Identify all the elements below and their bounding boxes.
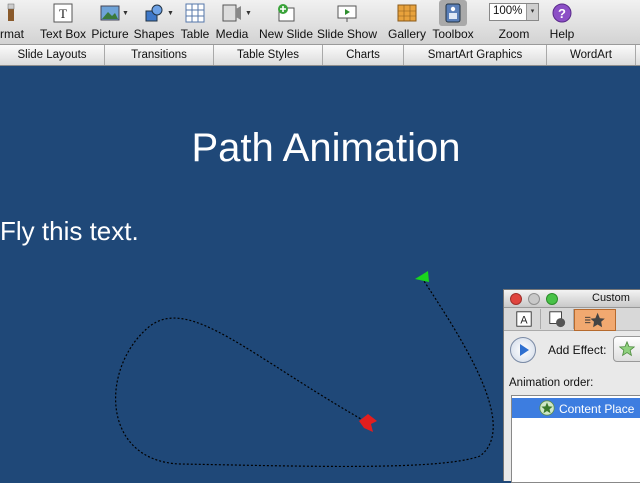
tab-transitions[interactable]: Transitions (105, 45, 214, 65)
animation-order-list[interactable]: Content Place (511, 395, 640, 483)
shapes-dropdown-icon[interactable]: ▼ (167, 10, 174, 17)
palette-title-bar[interactable]: Custom (504, 290, 640, 308)
tab-smartart-graphics[interactable]: SmartArt Graphics (404, 45, 547, 65)
list-item-label: Content Place (559, 402, 635, 416)
star-icon (585, 312, 605, 328)
svg-text:?: ? (558, 6, 566, 21)
minimize-icon[interactable] (528, 293, 540, 305)
svg-text:T: T (59, 6, 67, 21)
format-button[interactable]: rmat (0, 0, 30, 44)
formatting-icon: A (516, 311, 532, 327)
list-item[interactable]: Content Place (512, 398, 640, 418)
zoom-stepper-icon[interactable]: ▾ (526, 4, 538, 20)
motion-path-line[interactable] (114, 277, 494, 468)
toolbox-button[interactable]: Toolbox (430, 0, 476, 44)
add-effect-button[interactable] (613, 336, 640, 362)
gallery-icon (397, 4, 417, 22)
zoom-label: Zoom (498, 27, 530, 41)
media-dropdown-icon[interactable]: ▼ (245, 10, 252, 17)
table-label: Table (180, 27, 210, 41)
toolbox-icon (445, 3, 461, 23)
new-slide-label: New Slide (258, 27, 314, 41)
zoom-value: 100% (493, 5, 523, 17)
zoom-icon[interactable] (546, 293, 558, 305)
help-button[interactable]: ? Help (546, 0, 578, 44)
help-label: Help (549, 27, 575, 41)
toolbar: rmat T Text Box ▼ Picture ▼ Shapes Table (0, 0, 640, 45)
play-icon (520, 344, 529, 356)
picture-dropdown-icon[interactable]: ▼ (122, 10, 129, 17)
effect-star-icon (539, 400, 555, 416)
media-button[interactable]: ▼ Media (214, 0, 252, 44)
new-slide-icon (278, 4, 295, 22)
format-label: rmat (0, 27, 24, 41)
shapes-label: Shapes (133, 27, 175, 41)
text-box-button[interactable]: T Text Box (36, 0, 90, 44)
tab-custom-animation[interactable] (574, 309, 616, 331)
slide-show-label: Slide Show (316, 27, 378, 41)
palette-tab-bar: A (504, 308, 640, 331)
shapes-icon (145, 4, 163, 22)
table-icon (185, 3, 205, 23)
help-icon: ? (552, 3, 572, 23)
slide-show-button[interactable]: Slide Show (316, 0, 378, 44)
gallery-label: Gallery (387, 27, 427, 41)
picture-icon (100, 5, 120, 21)
zoom-select[interactable]: 100% ▾ (489, 3, 539, 21)
toolbox-label: Toolbox (432, 27, 474, 41)
tab-slide-layouts[interactable]: Slide Layouts (0, 45, 105, 65)
play-button[interactable] (510, 337, 536, 363)
animation-order-label: Animation order: (509, 377, 594, 389)
zoom-control: 100% ▾ Zoom (486, 0, 542, 44)
svg-text:A: A (520, 315, 528, 327)
tab-object-palette[interactable] (541, 309, 574, 329)
add-effect-label: Add Effect: (548, 343, 607, 357)
gallery-button[interactable]: Gallery (386, 0, 428, 44)
new-slide-button[interactable]: New Slide (258, 0, 314, 44)
tab-more-palettes[interactable] (616, 309, 640, 329)
path-end-marker[interactable] (359, 414, 377, 432)
text-box-label: Text Box (39, 27, 87, 41)
tab-wordart[interactable]: WordArt (547, 45, 636, 65)
palette-title: Custom (592, 292, 630, 304)
picture-button[interactable]: ▼ Picture (91, 0, 129, 44)
close-icon[interactable] (510, 293, 522, 305)
path-start-marker[interactable] (415, 271, 429, 282)
table-button[interactable]: Table (178, 0, 212, 44)
tab-charts[interactable]: Charts (323, 45, 404, 65)
slide-show-icon (337, 5, 357, 22)
picture-label: Picture (91, 27, 129, 41)
format-brush-icon (7, 3, 15, 21)
media-label: Media (215, 27, 249, 41)
media-icon (222, 4, 241, 22)
tab-formatting-palette[interactable]: A (508, 309, 541, 329)
text-box-icon: T (53, 3, 73, 23)
add-effect-star-icon (619, 341, 635, 357)
custom-animation-palette: Custom A Add Effect: Animation order: Co… (503, 289, 640, 483)
shapes-button[interactable]: ▼ Shapes (134, 0, 174, 44)
ribbon-tab-bar: Slide Layouts Transitions Table Styles C… (0, 45, 640, 66)
tab-table-styles[interactable]: Table Styles (214, 45, 323, 65)
object-palette-icon (549, 311, 566, 328)
